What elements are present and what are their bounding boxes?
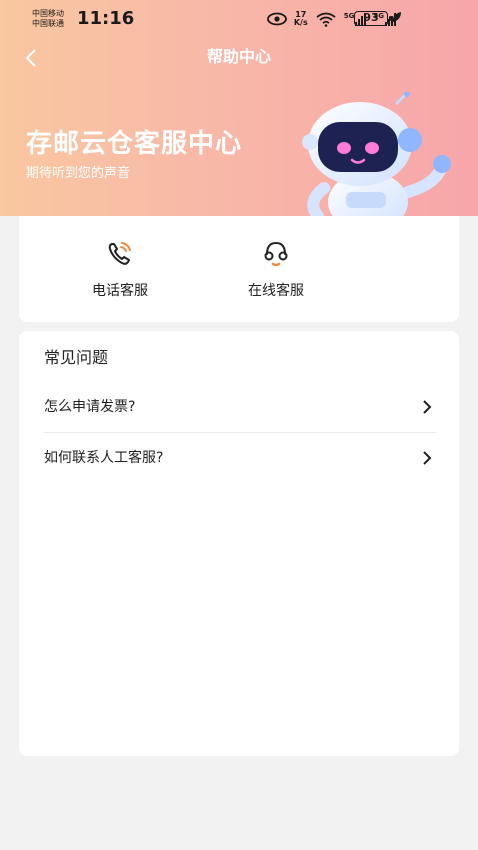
eye-icon [266, 12, 287, 26]
carrier-labels: 中国移动 中国联通 [32, 9, 64, 29]
hero-subtitle: 期待听到您的声音 [26, 166, 131, 181]
status-time: 11:16 [77, 8, 135, 29]
wifi-icon [316, 12, 336, 27]
hero-title: 存邮云仓客服中心 [26, 129, 243, 159]
faq-title: 常见问题 [44, 348, 109, 367]
status-bar: 中国移动 中国联通 11:16 17 K/s 5G 5G 93 [0, 0, 478, 36]
service-card: 电话客服 在线客服 [19, 216, 459, 322]
battery-indicator: 93 [354, 11, 391, 26]
online-service-button[interactable]: 在线客服 [221, 236, 331, 306]
phone-service-button[interactable]: 电话客服 [65, 236, 175, 306]
faq-question: 怎么申请发票? [44, 399, 136, 415]
network-speed: 17 K/s [293, 10, 308, 27]
nav-bar: 帮助中心 [0, 40, 478, 74]
phone-service-label: 电话客服 [92, 283, 148, 299]
chevron-right-icon [423, 400, 432, 414]
phone-icon [108, 242, 131, 265]
faq-item-contact[interactable]: 如何联系人工客服? [44, 433, 436, 483]
faq-card: 常见问题 怎么申请发票? 如何联系人工客服? [19, 331, 459, 756]
carrier-2: 中国联通 [32, 19, 64, 28]
carrier-1: 中国移动 [32, 9, 64, 18]
headset-icon [264, 241, 288, 267]
chevron-right-icon [423, 451, 432, 465]
faq-item-invoice[interactable]: 怎么申请发票? [44, 382, 436, 432]
online-service-label: 在线客服 [248, 283, 304, 299]
page-title: 帮助中心 [206, 47, 271, 66]
faq-question: 如何联系人工客服? [44, 450, 164, 466]
leaf-icon [392, 11, 402, 26]
